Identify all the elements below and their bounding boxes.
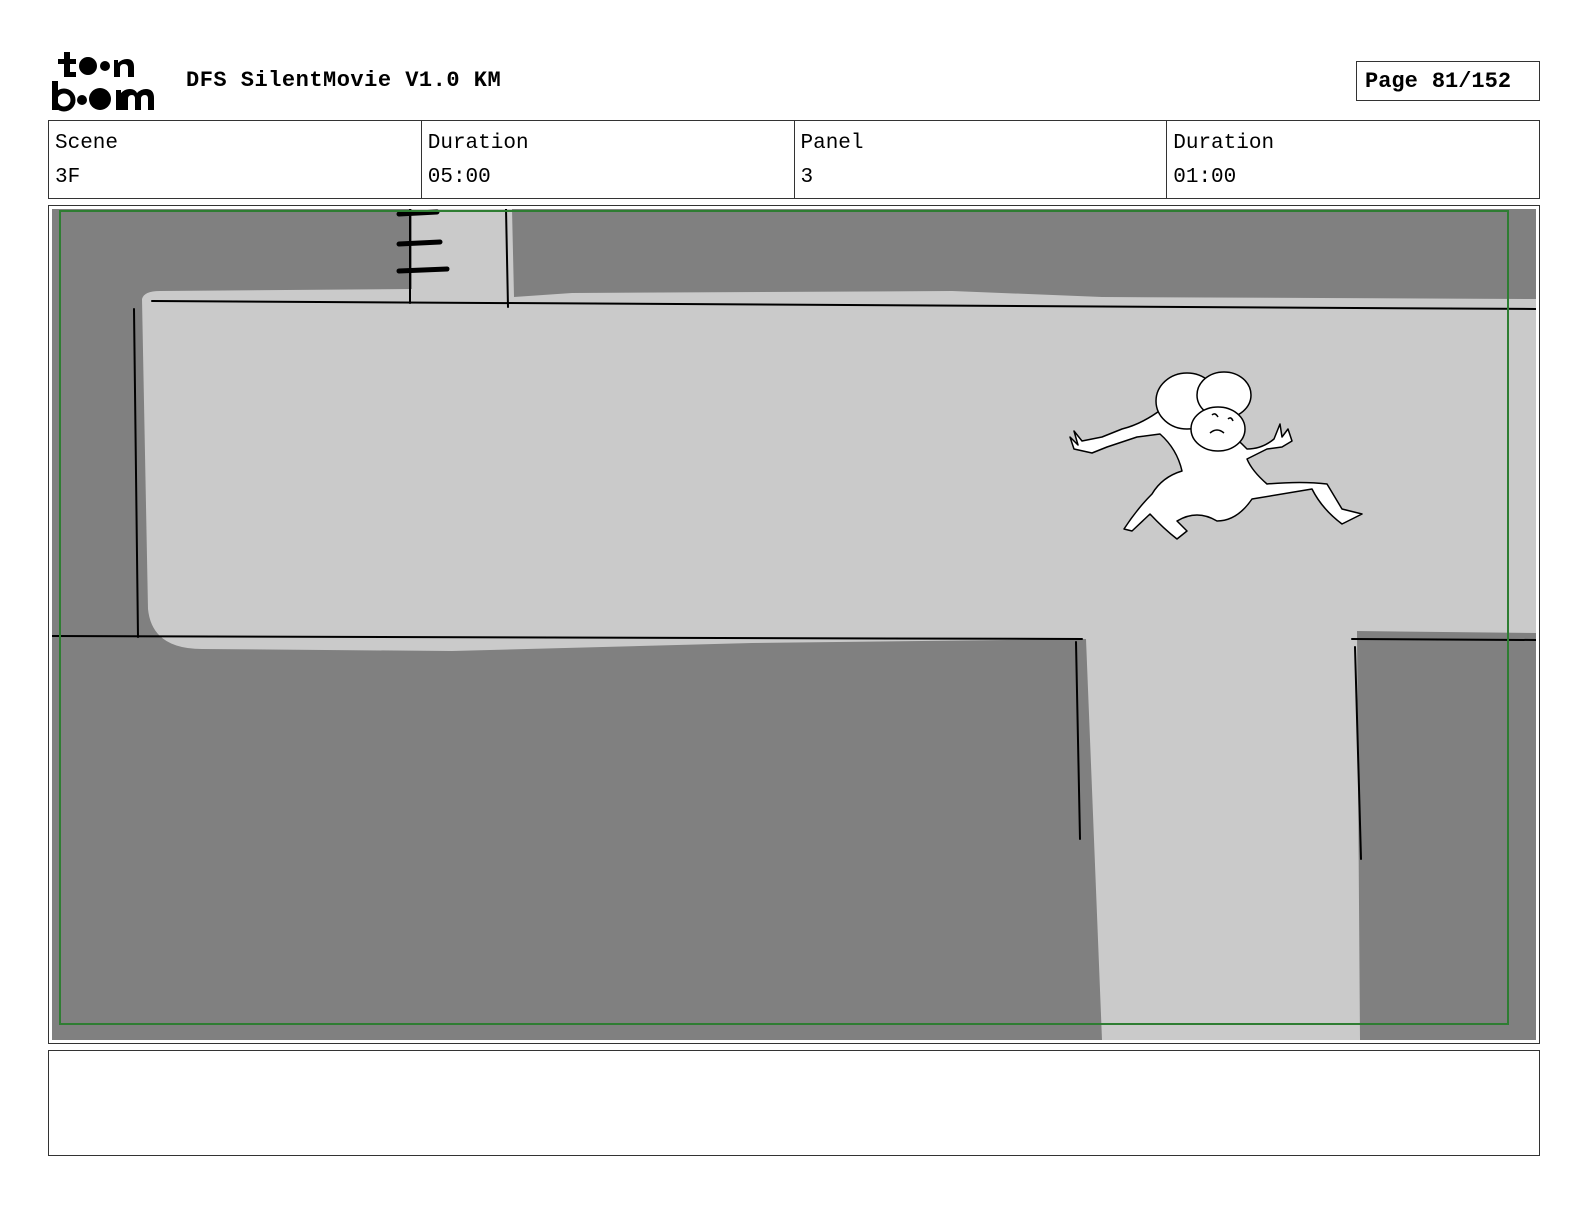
page-indicator: Page 81/152 — [1356, 61, 1540, 101]
scene-value: 3F — [55, 166, 81, 189]
page-number: 81/152 — [1431, 68, 1512, 94]
scene-info-table: Scene 3F Duration 05:00 Panel 3 Duration… — [48, 120, 1540, 199]
storyboard-panel-drawing — [52, 209, 1536, 1040]
panel-duration-cell: Duration 01:00 — [1167, 121, 1539, 198]
panel-cell: Panel 3 — [795, 121, 1168, 198]
scene-duration-label: Duration — [427, 132, 529, 155]
panel-duration-value: 01:00 — [1173, 166, 1237, 189]
scene-duration-value: 05:00 — [427, 166, 491, 189]
panel-notes-box — [48, 1050, 1540, 1156]
panel-duration-label: Duration — [1173, 132, 1275, 155]
document-title: DFS SilentMovie V1.0 KM — [186, 68, 502, 93]
scene-duration-cell: Duration 05:00 — [422, 121, 795, 198]
scene-cell: Scene 3F — [49, 121, 422, 198]
page-label: Page — [1365, 68, 1418, 94]
toon-boom-logo — [52, 52, 154, 112]
scene-label: Scene — [55, 132, 119, 155]
panel-value: 3 — [800, 166, 814, 189]
panel-label: Panel — [800, 132, 864, 155]
